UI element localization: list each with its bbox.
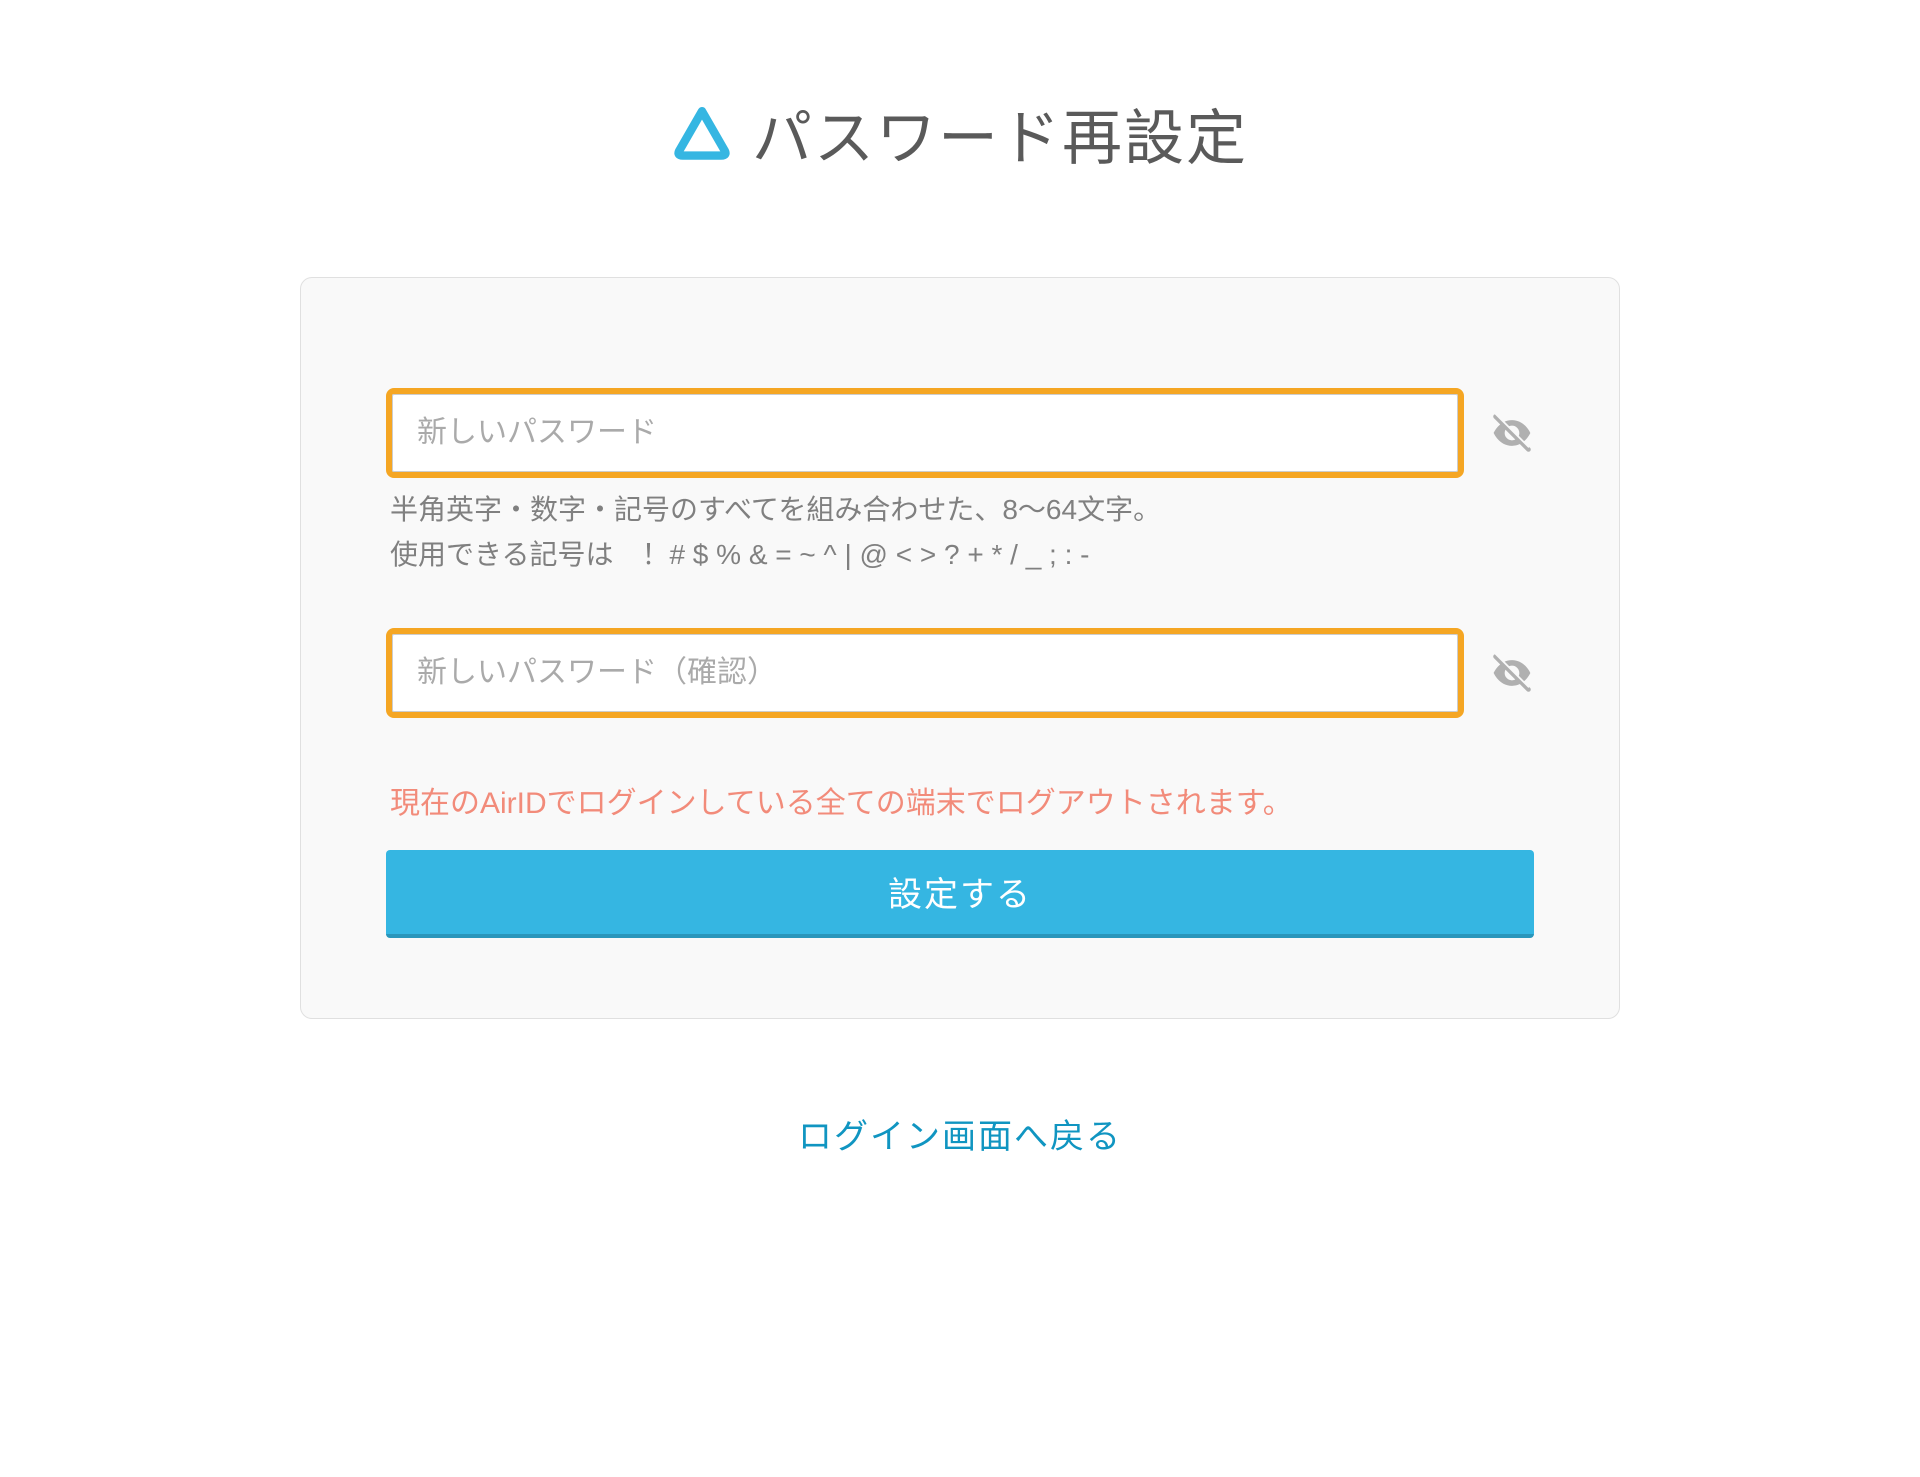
back-to-login-link[interactable]: ログイン画面へ戻る bbox=[798, 1109, 1122, 1158]
new-password-input[interactable] bbox=[392, 394, 1458, 472]
password-highlight-frame bbox=[386, 388, 1464, 478]
page-title: パスワード再設定 bbox=[752, 90, 1248, 177]
eye-off-icon[interactable] bbox=[1490, 651, 1534, 695]
logout-warning-text: 現在のAirIDでログインしている全ての端末でログアウトされます。 bbox=[386, 778, 1534, 822]
password-confirm-highlight-frame bbox=[386, 628, 1464, 718]
helper-line-1: 半角英字・数字・記号のすべてを組み合わせた、8〜64文字。 bbox=[390, 488, 1534, 533]
password-confirm-field-wrapper bbox=[386, 628, 1534, 718]
page-header: パスワード再設定 bbox=[672, 90, 1248, 177]
password-requirements: 半角英字・数字・記号のすべてを組み合わせた、8〜64文字。 使用できる記号は ！… bbox=[386, 488, 1534, 578]
logo-triangle-icon bbox=[672, 104, 732, 164]
confirm-password-input[interactable] bbox=[392, 634, 1458, 712]
eye-off-icon[interactable] bbox=[1490, 411, 1534, 455]
helper-line-2: 使用できる記号は ！# $ % & = ~ ^ | @ < > ? + * / … bbox=[390, 533, 1534, 578]
password-field-wrapper bbox=[386, 388, 1534, 478]
password-reset-card: 半角英字・数字・記号のすべてを組み合わせた、8〜64文字。 使用できる記号は ！… bbox=[300, 277, 1620, 1019]
submit-button[interactable]: 設定する bbox=[386, 850, 1534, 938]
